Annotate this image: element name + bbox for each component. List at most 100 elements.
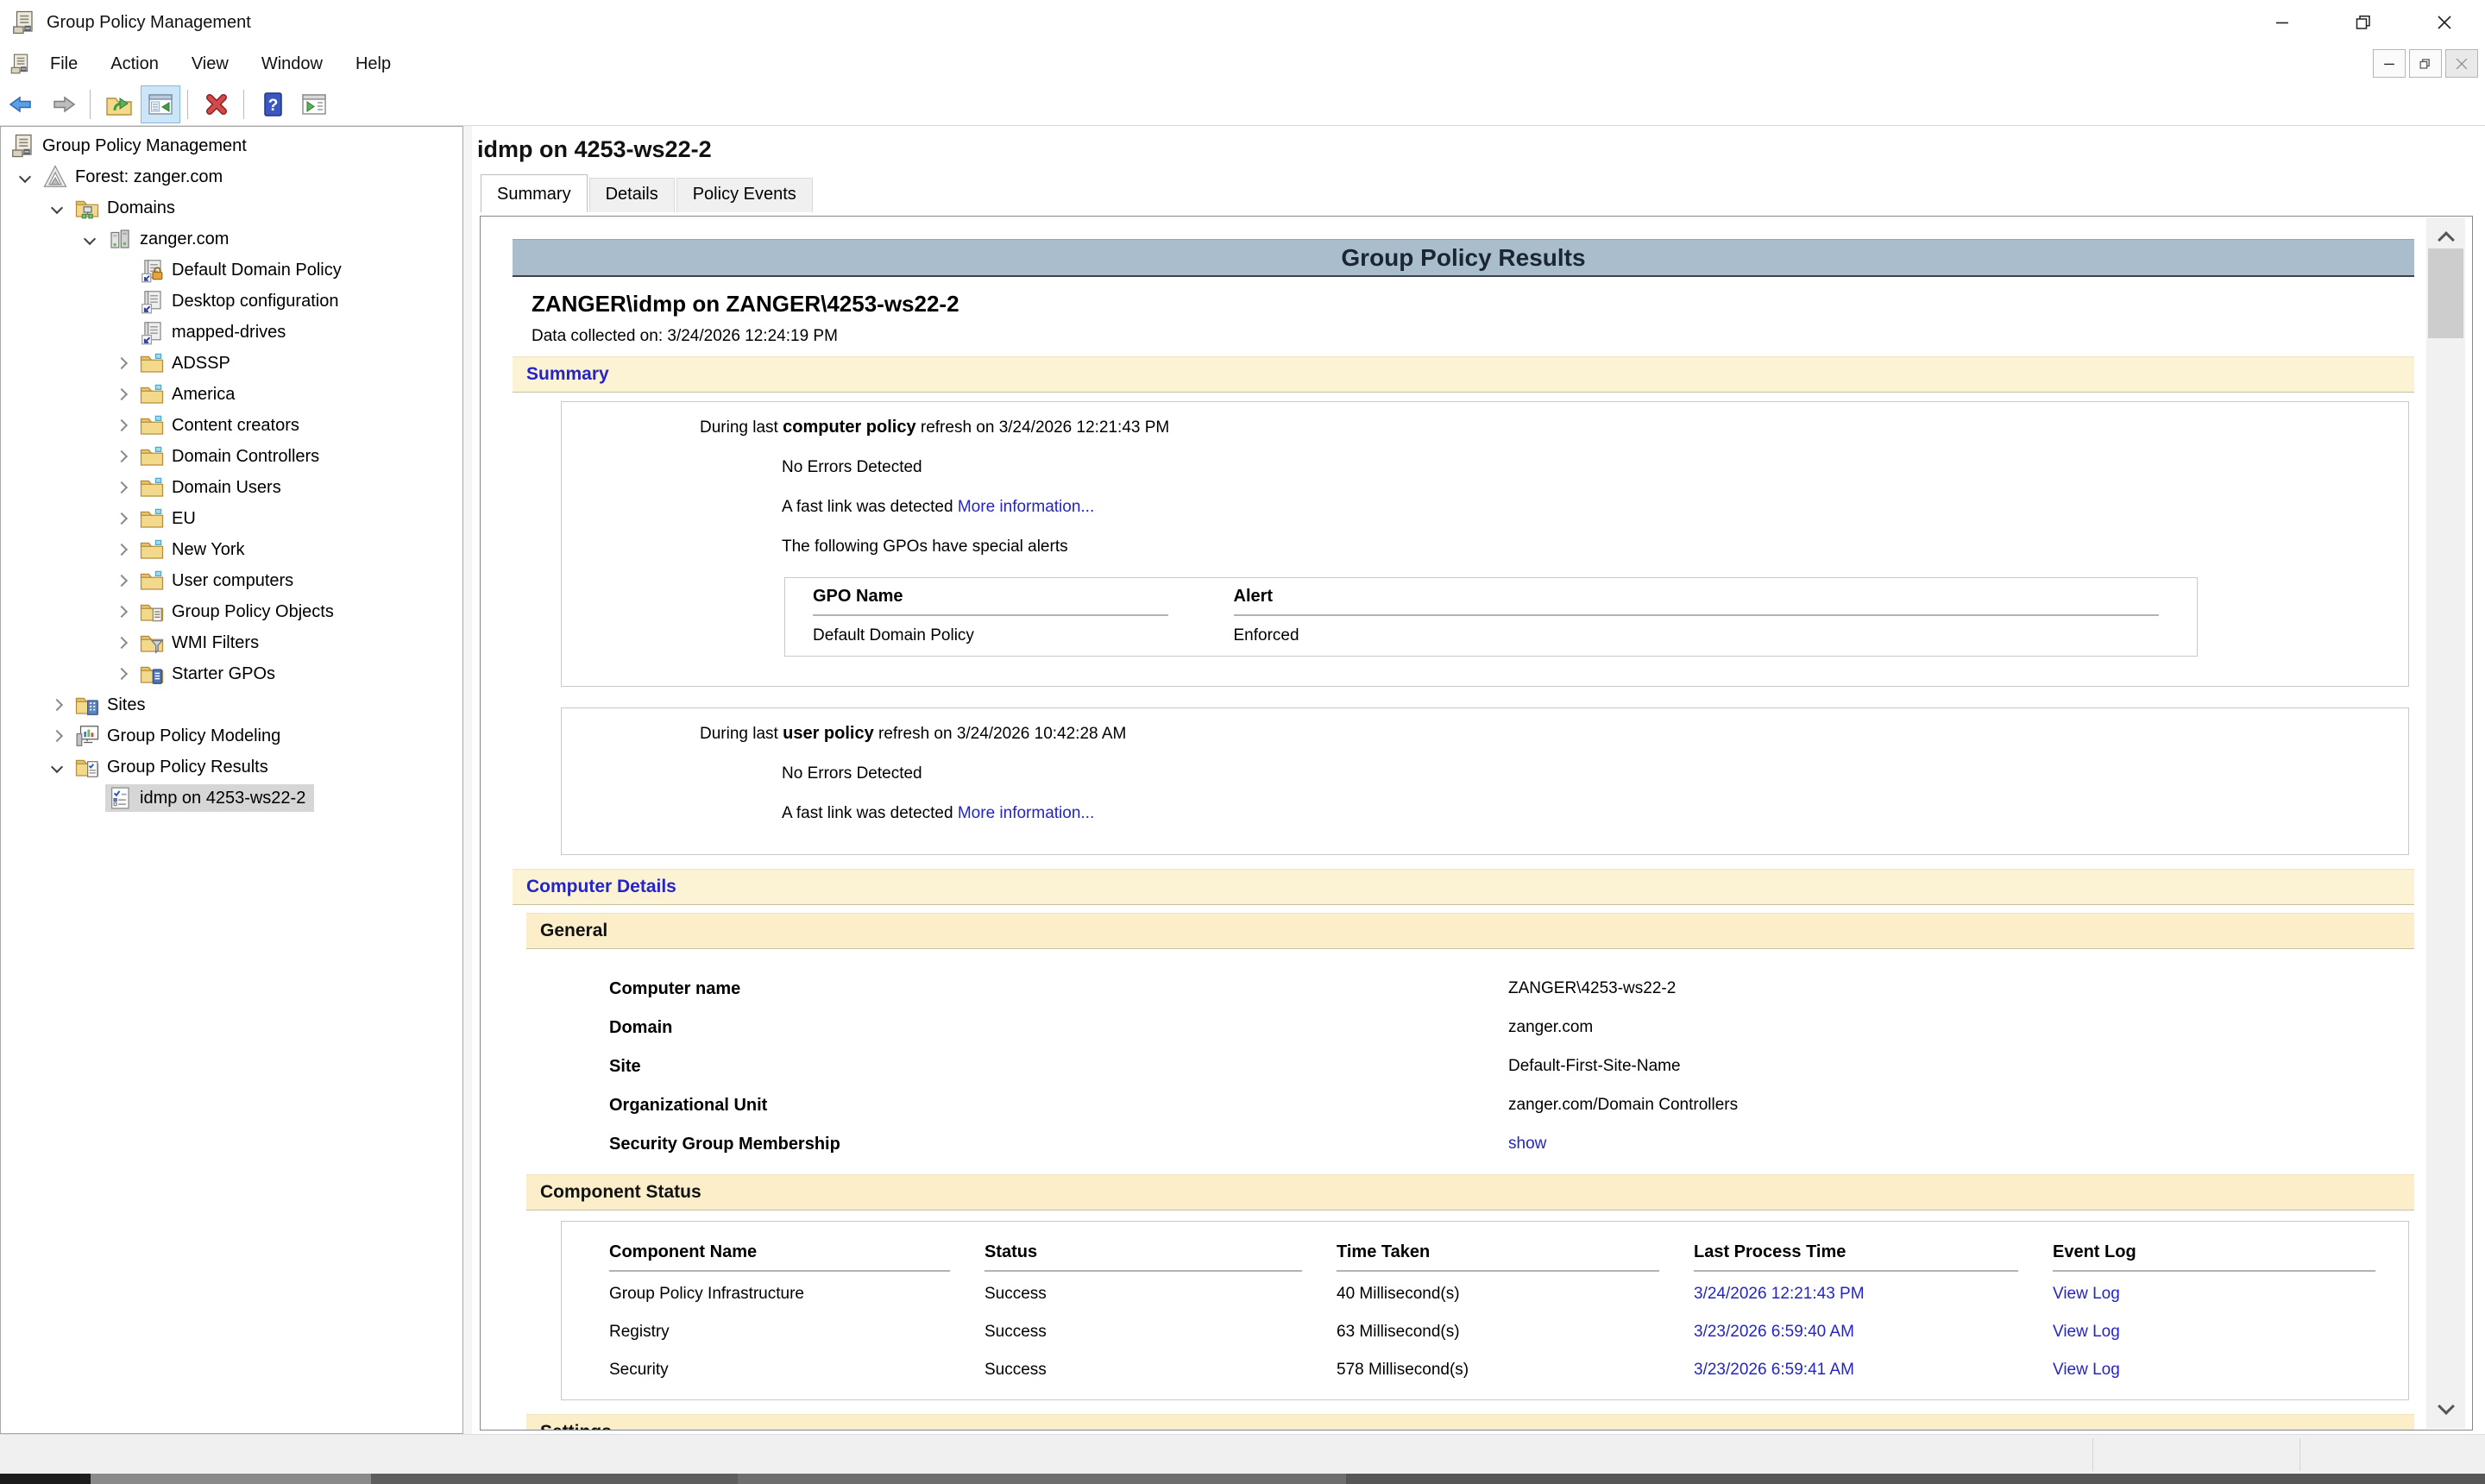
tree-item-user-computers[interactable]: User computers xyxy=(1,565,462,596)
user-policy-refresh-line: During last user policy refresh on 3/24/… xyxy=(562,722,2408,745)
tree-item-idmp-report[interactable]: idmp on 4253-ws22-2 xyxy=(1,783,462,814)
scrollbar-thumb[interactable] xyxy=(2428,248,2463,338)
organizational-unit-label: Organizational Unit xyxy=(513,1096,767,1116)
mdi-minimize-button[interactable] xyxy=(2373,49,2406,78)
tree-item-forest[interactable]: Forest: zanger.com xyxy=(1,161,462,192)
mdi-restore-button[interactable] xyxy=(2409,49,2442,78)
last-process-time-link[interactable]: 3/24/2026 12:21:43 PM xyxy=(1694,1275,2053,1313)
tree-item-desktop-configuration[interactable]: Desktop configuration xyxy=(1,286,462,317)
toolbar-separator xyxy=(243,90,244,119)
expander-icon[interactable] xyxy=(41,720,72,751)
forward-button[interactable] xyxy=(43,85,83,123)
tree-item-domain-controllers[interactable]: Domain Controllers xyxy=(1,441,462,472)
expander-icon[interactable] xyxy=(106,627,137,658)
section-general[interactable]: General xyxy=(526,913,2414,949)
menu-file[interactable]: File xyxy=(36,49,91,79)
expander-icon[interactable] xyxy=(106,379,137,410)
help-button[interactable] xyxy=(253,85,293,123)
tree-item-eu[interactable]: EU xyxy=(1,503,462,534)
more-information-link[interactable]: More information... xyxy=(958,498,1094,516)
report-heading: ZANGER\idmp on ZANGER\4253-ws22-2 xyxy=(513,291,2414,317)
export-list-button[interactable] xyxy=(294,85,334,123)
show-in-folder-button[interactable] xyxy=(99,85,139,123)
tree-item-sites[interactable]: Sites xyxy=(1,689,462,720)
tree-item-content-creators[interactable]: Content creators xyxy=(1,410,462,441)
list-item: Organizational Unit zanger.com/Domain Co… xyxy=(513,1086,2414,1125)
expander-icon[interactable] xyxy=(74,223,105,255)
tree-item-mapped-drives[interactable]: mapped-drives xyxy=(1,317,462,348)
tree-item-zanger-domain[interactable]: zanger.com xyxy=(1,223,462,255)
tab-details[interactable]: Details xyxy=(589,178,675,212)
ou-folder-icon xyxy=(139,568,165,594)
ou-folder-icon xyxy=(139,381,165,407)
last-process-time-header: Last Process Time xyxy=(1694,1239,2053,1275)
section-settings[interactable]: Settings xyxy=(526,1414,2414,1431)
expander-icon xyxy=(106,286,137,317)
tree-item-domains[interactable]: Domains xyxy=(1,192,462,223)
tree-item-default-domain-policy[interactable]: Default Domain Policy xyxy=(1,255,462,286)
view-log-link[interactable]: View Log xyxy=(2053,1275,2410,1313)
toolbar-separator xyxy=(187,90,188,119)
export-list-icon xyxy=(299,90,329,119)
wmi-filters-icon xyxy=(139,630,165,656)
back-button[interactable] xyxy=(2,85,41,123)
expander-icon[interactable] xyxy=(9,161,41,192)
taskbar-edge xyxy=(0,1474,2485,1484)
tree-item-adssp[interactable]: ADSSP xyxy=(1,348,462,379)
section-component-status[interactable]: Component Status xyxy=(526,1174,2414,1210)
console-tree: Group Policy Management Forest: zanger.c… xyxy=(0,126,463,1434)
tab-policy-events[interactable]: Policy Events xyxy=(676,178,813,212)
menu-help[interactable]: Help xyxy=(342,49,405,79)
last-process-time-link[interactable]: 3/23/2026 6:59:41 AM xyxy=(1694,1351,2053,1389)
tree-item-domain-users[interactable]: Domain Users xyxy=(1,472,462,503)
tree-item-group-policy-modeling[interactable]: Group Policy Modeling xyxy=(1,720,462,751)
report-scrollbar[interactable] xyxy=(2426,217,2465,1429)
expander-icon[interactable] xyxy=(41,689,72,720)
organizational-unit-value: zanger.com/Domain Controllers xyxy=(1508,1096,1738,1115)
expander-icon[interactable] xyxy=(106,658,137,689)
menu-window[interactable]: Window xyxy=(248,49,337,79)
expander-icon[interactable] xyxy=(106,441,137,472)
delete-button[interactable] xyxy=(197,85,236,123)
expander-icon[interactable] xyxy=(106,534,137,565)
close-button[interactable] xyxy=(2404,0,2485,45)
forward-arrow-icon xyxy=(48,90,78,119)
window-title: Group Policy Management xyxy=(47,13,251,33)
menu-action[interactable]: Action xyxy=(97,49,173,79)
computer-policy-box: During last computer policy refresh on 3… xyxy=(561,401,2409,687)
tab-summary[interactable]: Summary xyxy=(481,174,588,212)
minimize-button[interactable] xyxy=(2242,0,2323,45)
expander-icon[interactable] xyxy=(106,472,137,503)
tree-item-group-policy-results[interactable]: Group Policy Results xyxy=(1,751,462,783)
expander-icon[interactable] xyxy=(41,192,72,223)
expander-icon[interactable] xyxy=(106,596,137,627)
show-link[interactable]: show xyxy=(1508,1135,1546,1154)
expander-icon[interactable] xyxy=(106,565,137,596)
security-group-membership-label: Security Group Membership xyxy=(513,1135,840,1154)
expander-icon[interactable] xyxy=(106,410,137,441)
menu-view[interactable]: View xyxy=(178,49,242,79)
mdi-close-button[interactable] xyxy=(2445,49,2478,78)
scroll-down-button[interactable] xyxy=(2426,1391,2465,1429)
expander-icon[interactable] xyxy=(106,348,137,379)
tree-item-new-york[interactable]: New York xyxy=(1,534,462,565)
section-computer-details[interactable]: Computer Details xyxy=(513,869,2414,905)
status-divider xyxy=(2299,1438,2300,1471)
computer-name-label: Computer name xyxy=(513,979,740,999)
tree-item-starter-gpos[interactable]: Starter GPOs xyxy=(1,658,462,689)
restore-button[interactable] xyxy=(2323,0,2404,45)
tree-item-group-policy-management[interactable]: Group Policy Management xyxy=(1,130,462,161)
tree-item-wmi-filters[interactable]: WMI Filters xyxy=(1,627,462,658)
expander-icon[interactable] xyxy=(41,751,72,783)
tree-item-group-policy-objects[interactable]: Group Policy Objects xyxy=(1,596,462,627)
tree-item-america[interactable]: America xyxy=(1,379,462,410)
section-summary[interactable]: Summary xyxy=(513,356,2414,393)
more-information-link[interactable]: More information... xyxy=(958,804,1094,822)
computer-policy-refresh-line: During last computer policy refresh on 3… xyxy=(562,416,2408,439)
last-process-time-link[interactable]: 3/23/2026 6:59:40 AM xyxy=(1694,1313,2053,1351)
time-taken-cell: 578 Millisecond(s) xyxy=(1337,1351,1694,1389)
view-log-link[interactable]: View Log xyxy=(2053,1351,2410,1389)
toggle-console-tree-button[interactable] xyxy=(141,85,180,123)
view-log-link[interactable]: View Log xyxy=(2053,1313,2410,1351)
expander-icon[interactable] xyxy=(106,503,137,534)
